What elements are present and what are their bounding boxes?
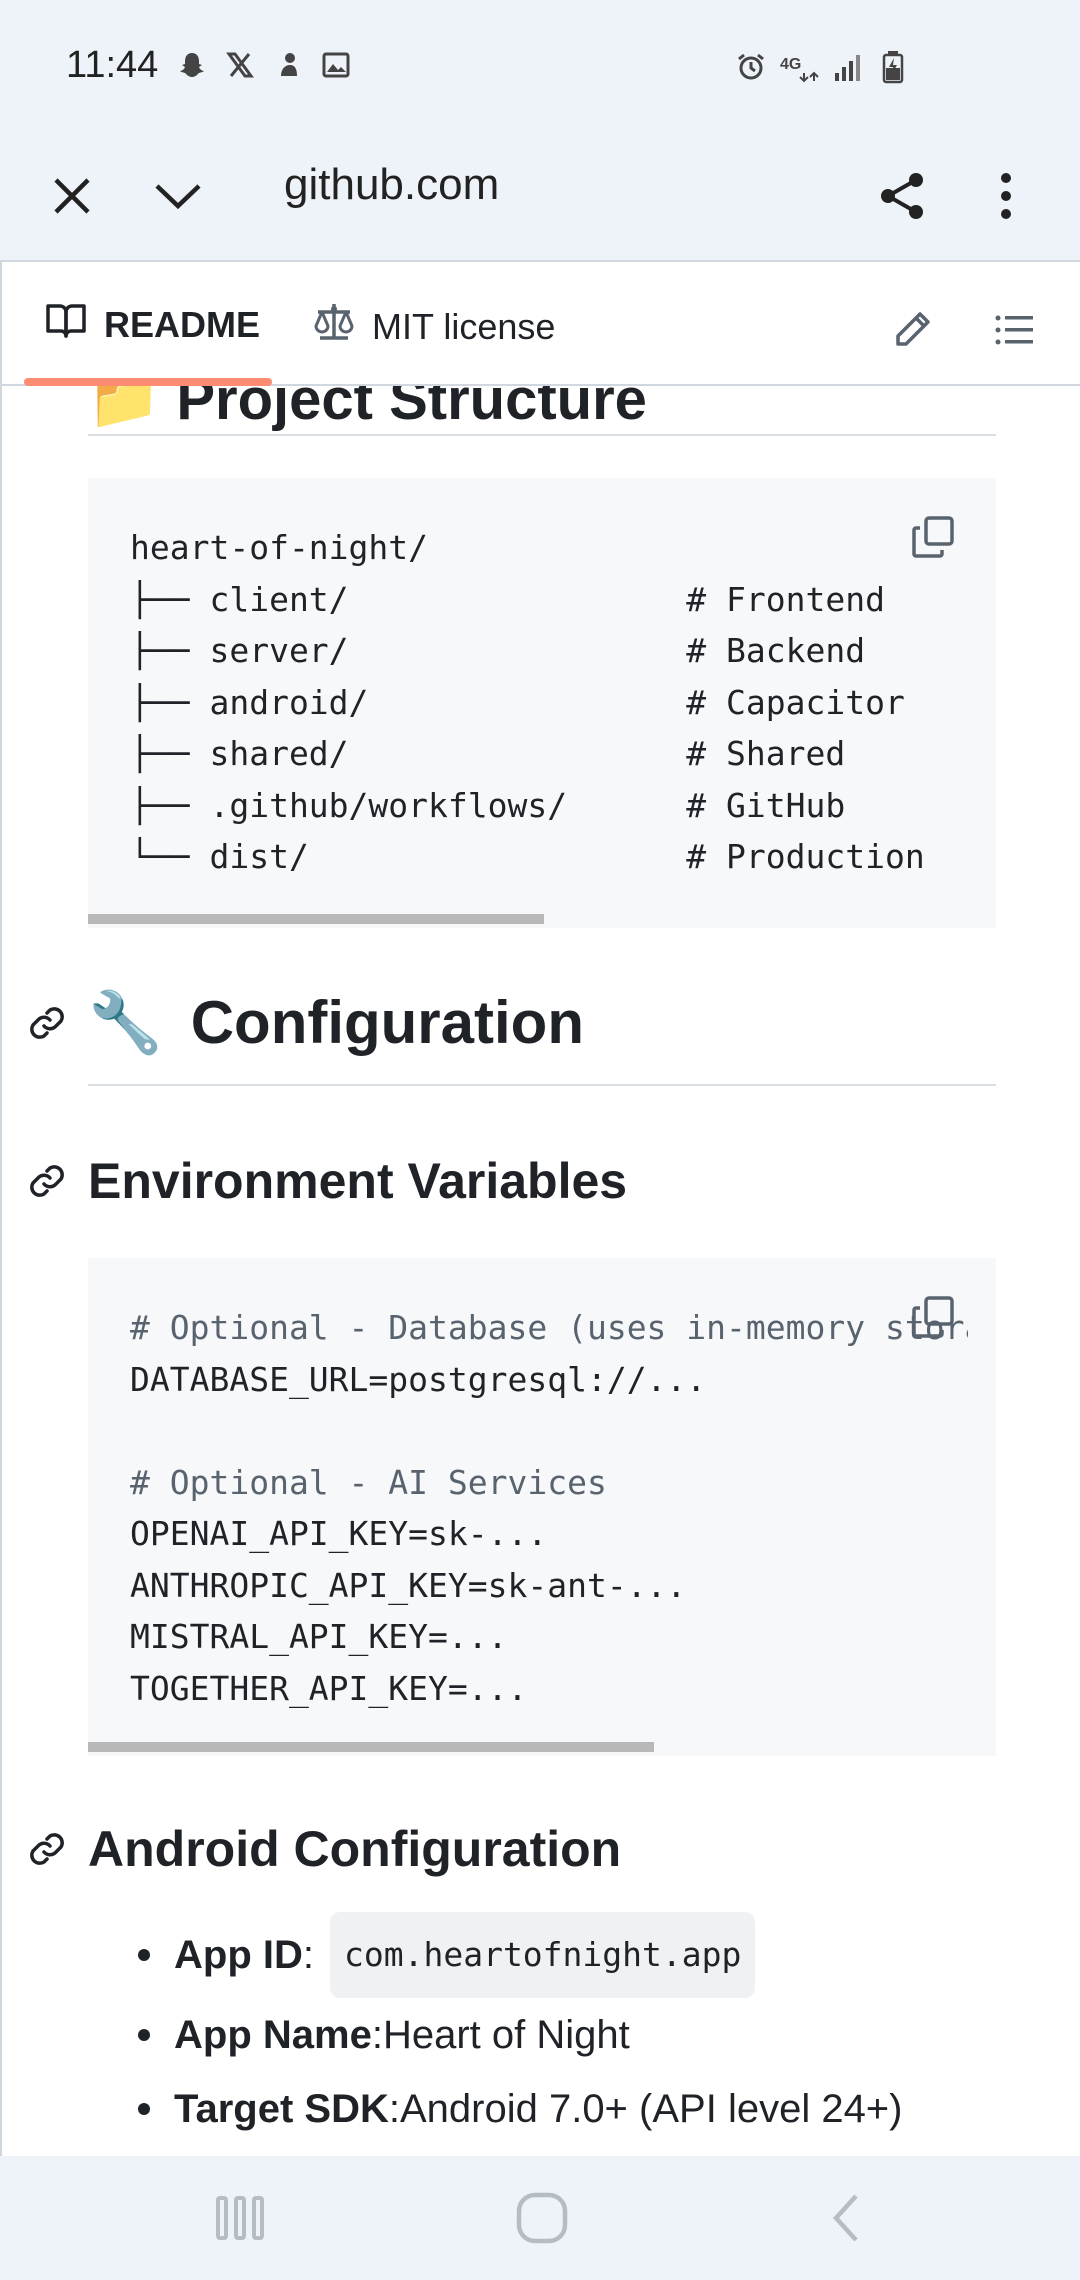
close-icon	[50, 174, 94, 223]
code-line: ├── shared/ # Shared	[130, 734, 846, 773]
status-right-icons: 4G	[734, 50, 910, 84]
heading-divider	[88, 434, 996, 436]
alarm-icon	[734, 50, 768, 84]
browser-toolbar	[0, 136, 1080, 260]
web-page: 📁 Project Structure heart-of-night/├── c…	[0, 260, 1080, 2156]
minimize-button[interactable]	[140, 160, 216, 236]
link-icon[interactable]	[26, 1002, 68, 1044]
tab-readme-label: README	[104, 303, 261, 345]
horizontal-scrollbar[interactable]	[88, 914, 544, 924]
chevron-down-icon	[153, 174, 203, 223]
recent-apps-button[interactable]	[200, 2186, 280, 2250]
code-line: └── dist/ # Production	[130, 837, 925, 876]
tab-readme[interactable]: README	[44, 300, 260, 349]
url-bar[interactable]: github.com	[284, 160, 499, 210]
android-config-list: App ID: com.heartofnight.app App Name: H…	[132, 1912, 903, 2146]
more-vert-icon	[996, 170, 1016, 227]
bullet-dot	[138, 1949, 150, 1961]
code-line: TOGETHER_API_KEY=...	[130, 1668, 528, 1708]
environment-variables-heading: Environment Variables	[88, 1153, 628, 1209]
4g-icon: 4G	[778, 50, 822, 84]
notification-icon	[271, 48, 305, 82]
status-bar: 11:44 4G	[0, 0, 1080, 136]
code-line: ├── android/ # Capacitor	[130, 682, 905, 722]
system-nav-bar	[0, 2156, 1080, 2280]
code-line: DATABASE_URL=postgresql://...	[130, 1359, 707, 1399]
signal-icon	[832, 50, 866, 84]
more-options-button[interactable]	[968, 160, 1044, 236]
code-line: ANTHROPIC_API_KEY=sk-ant-...	[130, 1565, 687, 1605]
list-item-label: App Name	[174, 2013, 372, 2057]
status-left-icons	[175, 48, 353, 82]
list-item: App ID: com.heartofnight.app	[132, 1912, 903, 1998]
tab-license[interactable]: MIT license	[312, 300, 555, 353]
bullet-dot	[138, 2103, 150, 2115]
copy-icon	[912, 516, 954, 558]
code-line: ├── server/ # Backend	[130, 631, 866, 670]
code-line: # Optional - Database (uses in-memory st…	[130, 1308, 968, 1347]
configuration-heading: 🔧 Configuration	[88, 982, 584, 1062]
configuration-heading-text: Configuration	[190, 988, 584, 1056]
list-item-value: Android 7.0+ (API level 24+)	[399, 2087, 903, 2131]
list-item-separator: :	[371, 2013, 383, 2057]
list-item-label: App ID	[174, 1933, 303, 1977]
code-line: heart-of-night/	[130, 528, 429, 567]
code-line: MISTRAL_API_KEY=...	[130, 1617, 508, 1656]
pencil-icon	[896, 312, 930, 346]
close-button[interactable]	[34, 160, 110, 236]
link-icon[interactable]	[26, 1160, 68, 1202]
book-icon	[44, 300, 88, 349]
status-time: 11:44	[66, 44, 159, 86]
home-button[interactable]	[502, 2186, 582, 2250]
list-item-separator: :	[302, 1933, 314, 1977]
wrench-icon: 🔧	[88, 988, 163, 1056]
outline-button[interactable]	[984, 300, 1044, 360]
code-line: OPENAI_API_KEY=sk-...	[130, 1514, 548, 1553]
link-icon[interactable]	[26, 1828, 68, 1870]
back-button[interactable]	[806, 2186, 886, 2250]
android-configuration-heading: Android Configuration	[88, 1821, 622, 1877]
heading-divider	[88, 1084, 996, 1086]
project-structure-code: heart-of-night/ ├── client/ # Frontend ├──…	[130, 522, 968, 883]
share-button[interactable]	[864, 160, 940, 236]
list-item-separator: :	[388, 2087, 400, 2131]
readme-tabs: README MIT license	[2, 262, 1080, 386]
list-item: App Name: Heart of Night	[132, 1998, 903, 2072]
copy-button[interactable]	[908, 512, 958, 562]
env-code-block[interactable]: # Optional - Database (uses in-memory st…	[88, 1258, 996, 1756]
code-line: ├── .github/workflows/ # GitHub	[130, 785, 846, 825]
recent-apps-icon	[216, 2196, 264, 2240]
back-icon	[832, 2194, 858, 2242]
snapchat-icon	[175, 48, 209, 82]
horizontal-scrollbar[interactable]	[88, 1742, 654, 1752]
list-item-value: Heart of Night	[382, 2013, 630, 2057]
code-line: # Optional - AI Services	[130, 1462, 607, 1502]
edit-button[interactable]	[882, 300, 942, 360]
env-code: # Optional - Database (uses in-memory st…	[130, 1302, 968, 1714]
x-icon	[223, 48, 257, 82]
copy-button[interactable]	[908, 1292, 958, 1342]
home-icon	[516, 2192, 568, 2244]
project-structure-code-block[interactable]: heart-of-night/ ├── client/ # Frontend ├──…	[88, 478, 996, 928]
list-icon	[995, 315, 1033, 345]
app-id-code: com.heartofnight.app	[330, 1912, 756, 1998]
copy-icon	[912, 1296, 954, 1338]
list-item: Target SDK: Android 7.0+ (API level 24+)	[132, 2072, 903, 2146]
scale-icon	[312, 300, 356, 353]
bullet-dot	[138, 2029, 150, 2041]
list-item-label: Target SDK	[174, 2087, 389, 2131]
svg-text:4G: 4G	[780, 56, 801, 73]
code-line: ├── client/ # Frontend	[130, 579, 885, 619]
battery-icon	[876, 50, 910, 84]
share-icon	[876, 170, 928, 227]
tab-license-label: MIT license	[372, 305, 556, 347]
active-tab-indicator	[24, 378, 272, 386]
gallery-icon	[319, 48, 353, 82]
